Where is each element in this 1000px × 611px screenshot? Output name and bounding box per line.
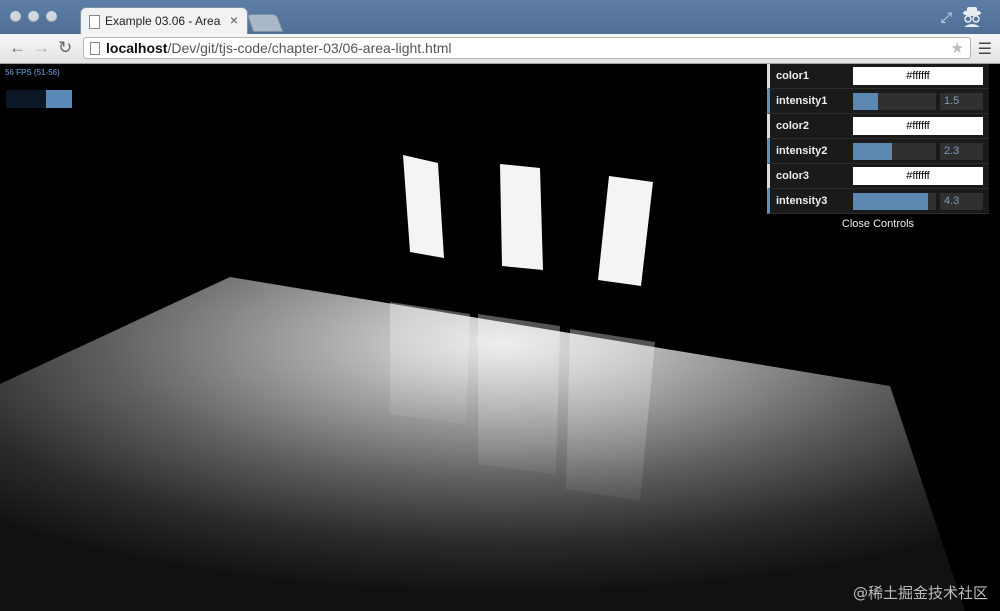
fps-text: 56 FPS (51-56) <box>5 68 60 77</box>
incognito-icon <box>963 7 981 27</box>
light-reflection-3 <box>566 329 655 501</box>
intensity2-label: intensity2 <box>776 145 828 157</box>
fps-graph <box>6 90 72 108</box>
intensity3-row: intensity3 4.3 <box>767 189 989 214</box>
close-controls-button[interactable]: Close Controls <box>767 214 989 234</box>
close-window-button[interactable] <box>10 11 21 22</box>
intensity1-row: intensity1 1.5 <box>767 89 989 114</box>
color1-swatch[interactable]: #ffffff <box>853 67 983 85</box>
forward-icon[interactable]: → <box>33 38 50 58</box>
url-text: localhost/Dev/git/tjs-code/chapter-03/06… <box>106 40 452 56</box>
address-bar[interactable]: localhost/Dev/git/tjs-code/chapter-03/06… <box>83 37 971 59</box>
minimize-window-button[interactable] <box>28 11 39 22</box>
intensity1-input[interactable]: 1.5 <box>940 93 983 110</box>
intensity2-row: intensity2 2.3 <box>767 139 989 164</box>
area-light-2 <box>500 164 543 270</box>
page-icon <box>89 15 100 29</box>
intensity2-slider[interactable] <box>853 143 936 160</box>
page-icon <box>90 42 100 55</box>
color1-row: color1 #ffffff <box>767 64 989 89</box>
color1-label: color1 <box>776 70 810 82</box>
watermark: @稀土掘金技术社区 <box>852 584 988 602</box>
color2-label: color2 <box>776 120 810 132</box>
light-reflection-1 <box>390 302 470 424</box>
color2-row: color2 #ffffff <box>767 114 989 139</box>
new-tab-button[interactable] <box>246 14 284 32</box>
tab-close-icon[interactable]: × <box>230 12 238 28</box>
intensity1-fill <box>853 93 878 110</box>
browser-toolbar: ← → ↻ localhost/Dev/git/tjs-code/chapter… <box>0 34 1000 64</box>
color3-row: color3 #ffffff <box>767 164 989 189</box>
menu-icon[interactable]: ☰ <box>978 39 992 59</box>
fps-graph-bar <box>46 90 72 108</box>
fullscreen-icon[interactable]: ⤢ <box>941 9 952 26</box>
intensity1-label: intensity1 <box>776 95 828 107</box>
intensity3-input[interactable]: 4.3 <box>940 193 983 210</box>
browser-tab[interactable]: Example 03.06 - Area Light × <box>80 7 248 34</box>
light-reflection-2 <box>478 314 560 474</box>
color3-label: color3 <box>776 170 810 182</box>
intensity1-slider[interactable] <box>853 93 936 110</box>
window-titlebar: Example 03.06 - Area Light × ⤢ <box>0 0 1000 34</box>
intensity2-fill <box>853 143 892 160</box>
color3-swatch[interactable]: #ffffff <box>853 167 983 185</box>
intensity3-label: intensity3 <box>776 195 828 207</box>
tab-title: Example 03.06 - Area Light <box>105 14 223 28</box>
color2-swatch[interactable]: #ffffff <box>853 117 983 135</box>
controls-panel: color1 #ffffff intensity1 1.5 color2 #ff… <box>767 64 989 234</box>
reload-icon[interactable]: ↻ <box>58 38 72 58</box>
intensity3-fill <box>853 193 928 210</box>
back-icon[interactable]: ← <box>9 38 26 58</box>
fps-stats[interactable]: 56 FPS (51-56) <box>3 66 72 108</box>
bookmark-star-icon[interactable]: ★ <box>951 39 964 57</box>
zoom-window-button[interactable] <box>46 11 57 22</box>
intensity2-input[interactable]: 2.3 <box>940 143 983 160</box>
intensity3-slider[interactable] <box>853 193 936 210</box>
